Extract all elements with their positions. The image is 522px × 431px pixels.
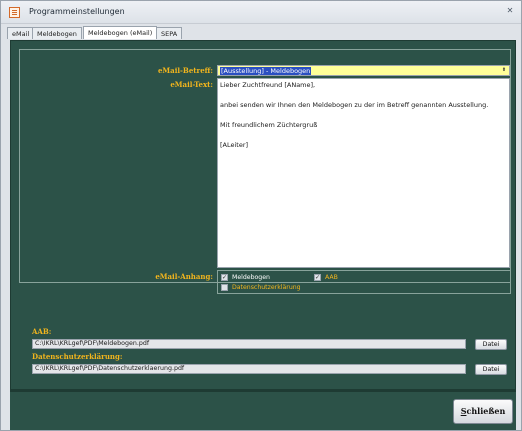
privacy-path-field[interactable]: C:\IKRL\KRLgef\PDF\Datenschutzerklaerung… xyxy=(32,364,466,374)
meldebogen-checkbox-label: Meldebogen xyxy=(232,274,270,281)
subject-input[interactable]: [Ausstellung] - Meldebogen ⬍ xyxy=(217,65,510,76)
settings-window: Programmeinstellungen ✕ eMail Meldebogen… xyxy=(0,0,522,431)
attachment-group: ✓ Meldebogen ✓ AAB Datenschutzerklärung xyxy=(217,270,511,294)
form-icon xyxy=(9,7,20,18)
close-icon[interactable]: ✕ xyxy=(505,6,515,16)
aab-file-button[interactable]: Datei xyxy=(475,339,507,350)
body-line: anbei senden wir Ihnen den Meldebogen zu… xyxy=(220,101,489,109)
tab-meldebogen-email[interactable]: Meldebogen (eMail) xyxy=(83,26,158,39)
privacy-path-label: Datenschutzerklärung: xyxy=(32,352,123,361)
body-line: [ALeiter] xyxy=(220,141,249,149)
body-textarea[interactable]: Lieber Zuchtfreund [AName], anbei senden… xyxy=(217,78,510,268)
body-line: Lieber Zuchtfreund [AName], xyxy=(220,81,316,89)
attachment-label: eMail-Anhang: xyxy=(155,272,213,281)
subject-label: eMail-Betreff: xyxy=(157,66,213,75)
scroll-arrows-icon[interactable]: ⬍ xyxy=(500,67,508,74)
footer-bar: Schließen xyxy=(10,390,516,430)
aab-checkbox[interactable]: ✓ xyxy=(314,274,321,281)
title-bar[interactable]: Programmeinstellungen ✕ xyxy=(1,1,521,24)
privacy-checkbox[interactable] xyxy=(221,284,228,291)
window-title: Programmeinstellungen xyxy=(29,7,125,16)
settings-panel: eMail-Betreff: [Ausstellung] - Meldeboge… xyxy=(10,40,516,390)
privacy-checkbox-label: Datenschutzerklärung xyxy=(232,284,301,291)
meldebogen-checkbox[interactable]: ✓ xyxy=(221,274,228,281)
subject-value: [Ausstellung] - Meldebogen xyxy=(220,67,312,75)
tab-email[interactable]: eMail xyxy=(7,27,35,39)
body-line: Mit freundlichem Züchtergruß xyxy=(220,121,318,129)
close-button[interactable]: Schließen xyxy=(453,399,513,424)
body-label: eMail-Text: xyxy=(170,80,213,89)
tab-meldebogen[interactable]: Meldebogen xyxy=(32,27,82,39)
tab-sepa[interactable]: SEPA xyxy=(156,27,183,39)
aab-path-field[interactable]: C:\IKRL\KRLgef\PDF\Meldebogen.pdf xyxy=(32,339,466,349)
close-button-label: chließen xyxy=(466,406,506,416)
privacy-file-button[interactable]: Datei xyxy=(475,364,507,375)
aab-checkbox-label: AAB xyxy=(325,274,338,281)
aab-path-label: AAB: xyxy=(32,327,52,336)
